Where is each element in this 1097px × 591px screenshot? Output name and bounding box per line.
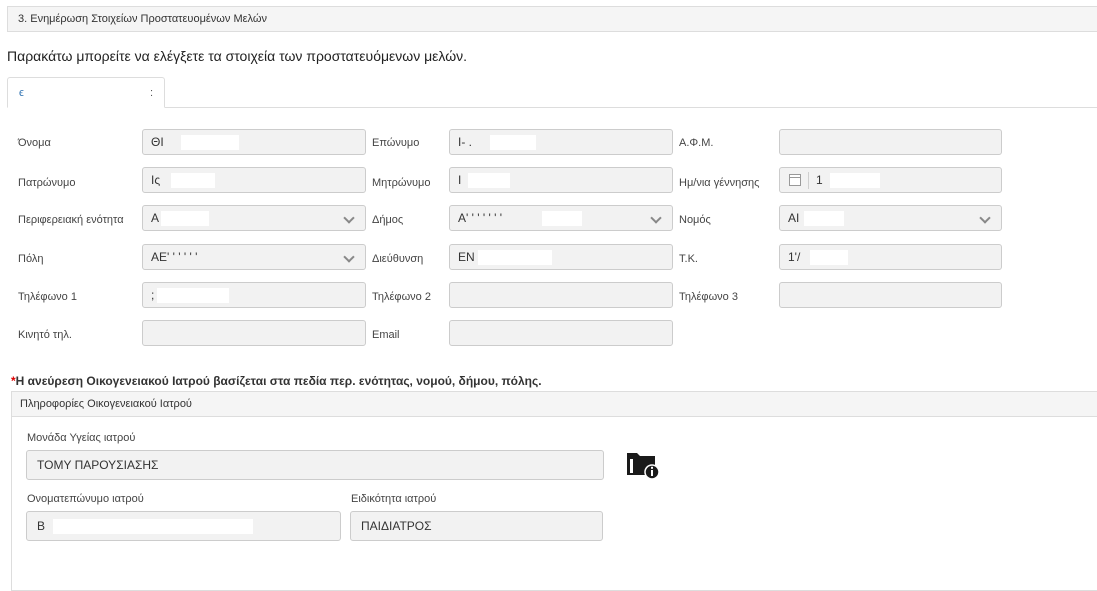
field-onoma[interactable]: ΘΙ (142, 129, 366, 155)
field-doctor-unit[interactable]: ΤΟΜΥ ΠΑΡΟΥΣΙΑΣΗΣ (26, 450, 604, 480)
label-poli: Πόλη (18, 253, 44, 265)
field-eponymo[interactable]: Ι- . (449, 129, 673, 155)
select-poli[interactable]: ΑΕ' ' ' ' ' ' (142, 244, 366, 270)
field-tel1[interactable]: ; (142, 282, 366, 308)
redaction (804, 211, 844, 226)
field-patronymo[interactable]: Ις (142, 167, 366, 193)
field-tel3[interactable] (779, 282, 1002, 308)
redaction (171, 173, 215, 188)
label-perifereia: Περιφερειακή ενότητα (18, 214, 124, 226)
label-dimos: Δήμος (372, 214, 404, 226)
label-email: Email (372, 329, 400, 341)
field-birth-value: 1 (816, 173, 823, 187)
redaction (542, 211, 582, 226)
field-tel2[interactable] (449, 282, 673, 308)
divider (808, 172, 809, 189)
redaction (490, 135, 536, 150)
doctor-panel-header: Πληροφορίες Οικογενειακού Ιατρού (12, 392, 1097, 417)
field-dieuthinsi-value: ΕΝ (458, 250, 475, 264)
redaction (157, 288, 229, 303)
label-tk: Τ.Κ. (679, 253, 698, 265)
section-title: 3. Ενημέρωση Στοιχείων Προστατευομένων Μ… (18, 13, 267, 25)
label-mitronymo: Μητρώνυμο (372, 177, 431, 189)
redaction (53, 519, 253, 534)
label-doctor-name: Ονοματεπώνυμο ιατρού (27, 493, 144, 505)
redaction (810, 250, 848, 265)
redaction (181, 135, 239, 150)
select-dimos[interactable]: Α' ' ' ' ' ' ' (449, 205, 673, 231)
redaction (830, 173, 880, 188)
doctor-panel-title: Πληροφορίες Οικογενειακού Ιατρού (20, 398, 192, 410)
tab-label-end: : (150, 87, 154, 99)
redaction (478, 250, 552, 265)
field-doctor-specialty-value: ΠΑΙΔΙΑΤΡΟΣ (361, 519, 432, 533)
label-eponymo: Επώνυμο (372, 137, 420, 149)
field-tk[interactable]: 1'/ (779, 244, 1002, 270)
note-text: Η ανεύρεση Οικογενειακού Ιατρού βασίζετα… (15, 374, 542, 388)
redaction (468, 173, 510, 188)
select-dimos-value: Α' ' ' ' ' ' ' (458, 211, 503, 225)
folder-info-icon[interactable] (626, 450, 660, 480)
label-birth: Ημ/νια γέννησης (679, 177, 760, 189)
select-perifereia[interactable]: Α (142, 205, 366, 231)
label-tel1: Τηλέφωνο 1 (18, 291, 77, 303)
field-onoma-value: ΘΙ (151, 135, 164, 149)
field-afm[interactable] (779, 129, 1002, 155)
field-mitronymo[interactable]: Ι (449, 167, 673, 193)
label-kinito: Κινητό τηλ. (18, 329, 72, 341)
field-tel1-value: ; (151, 288, 155, 302)
field-birth[interactable]: 1 (779, 167, 1002, 193)
field-doctor-specialty[interactable]: ΠΑΙΔΙΑΤΡΟΣ (350, 511, 603, 541)
label-onoma: Όνομα (18, 137, 51, 149)
doctor-panel (11, 391, 1097, 591)
field-dieuthinsi[interactable]: ΕΝ (449, 244, 673, 270)
label-doctor-unit: Μονάδα Υγείας ιατρού (27, 432, 136, 444)
label-afm: Α.Φ.Μ. (679, 137, 714, 149)
label-doctor-specialty: Ειδικότητα ιατρού (351, 493, 437, 505)
field-eponymo-value: Ι- . (458, 135, 472, 149)
select-nomos-value: ΑΙ (788, 211, 800, 225)
section-header: 3. Ενημέρωση Στοιχείων Προστατευομένων Μ… (7, 6, 1097, 32)
label-tel3: Τηλέφωνο 3 (679, 291, 738, 303)
tab-label: ϵ (19, 87, 24, 99)
tabs-divider (7, 107, 1097, 108)
redaction (161, 211, 209, 226)
label-dieuthinsi: Διεύθυνση (372, 253, 424, 265)
field-patronymo-value: Ις (151, 173, 161, 187)
field-kinito[interactable] (142, 320, 366, 346)
select-poli-value: ΑΕ' ' ' ' ' ' (151, 250, 198, 264)
tab-member[interactable]: ϵ : (7, 77, 165, 108)
field-doctor-name[interactable]: Β (26, 511, 341, 541)
label-tel2: Τηλέφωνο 2 (372, 291, 431, 303)
calendar-icon[interactable] (789, 174, 801, 186)
select-perifereia-value: Α (151, 211, 160, 225)
intro-text: Παρακάτω μπορείτε να ελέγξετε τα στοιχεί… (7, 48, 468, 64)
field-doctor-name-value: Β (37, 519, 46, 533)
select-nomos[interactable]: ΑΙ (779, 205, 1002, 231)
label-nomos: Νομός (679, 214, 711, 226)
field-email[interactable] (449, 320, 673, 346)
field-doctor-unit-value: ΤΟΜΥ ΠΑΡΟΥΣΙΑΣΗΣ (37, 458, 159, 472)
field-mitronymo-value: Ι (458, 173, 462, 187)
field-tk-value: 1'/ (788, 250, 801, 264)
label-patronymo: Πατρώνυμο (18, 177, 76, 189)
doctor-search-note: *Η ανεύρεση Οικογενειακού Ιατρού βασίζετ… (11, 374, 542, 388)
